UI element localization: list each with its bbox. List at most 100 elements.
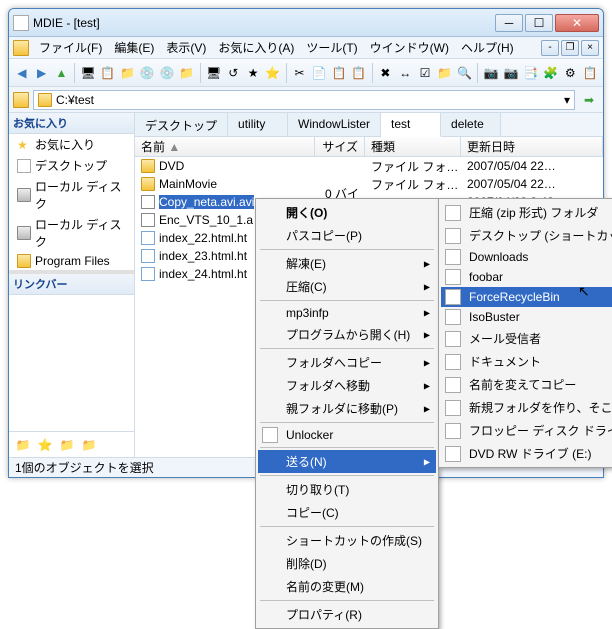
tool-icon[interactable]: ☑ [416, 63, 434, 83]
sidebar-item[interactable]: ローカル ディスク [9, 214, 134, 252]
menu-item[interactable]: ショートカットの作成(S) [258, 529, 436, 552]
tool-icon[interactable]: ★ [244, 63, 262, 83]
menu-item[interactable]: IsoBuster [441, 307, 612, 327]
menu-item[interactable]: ドキュメント [441, 350, 612, 373]
menu-item[interactable]: Downloads [441, 247, 612, 267]
menu-item[interactable]: ForceRecycleBin [441, 287, 612, 307]
menu-item[interactable]: DVD RW ドライブ (E:) [441, 442, 612, 465]
tool-icon[interactable]: ✖ [377, 63, 395, 83]
context-submenu-sendto[interactable]: 圧縮 (zip 形式) フォルダデスクトップ (ショートカットを作成)Downl… [438, 198, 612, 468]
menu-separator [260, 475, 434, 476]
menu-item-label: コピー(C) [286, 506, 339, 520]
col-type[interactable]: 種類 [365, 137, 461, 156]
tool-icon[interactable]: 📋 [99, 63, 117, 83]
menu-window[interactable]: ウインドウ(W) [364, 37, 455, 58]
menu-item[interactable]: 送る(N) [258, 450, 436, 473]
menu-item[interactable]: 名前の変更(M) [258, 575, 436, 598]
context-menu[interactable]: 開く(O)パスコピー(P) 解凍(E)圧縮(C) mp3infpプログラムから開く(… [255, 198, 439, 629]
file-row[interactable]: MainMovieファイル フォルダ2007/05/04 22… [135, 175, 603, 193]
tool-icon[interactable]: 🖥 [79, 63, 97, 83]
menu-favorites[interactable]: お気に入り(A) [212, 37, 300, 58]
tool-icon[interactable]: 📷 [482, 63, 500, 83]
menu-help[interactable]: ヘルプ(H) [455, 37, 520, 58]
go-button[interactable]: ➡ [579, 90, 599, 110]
tool-icon[interactable]: 📁 [119, 63, 137, 83]
sidebar-tool-icon[interactable]: ⭐ [35, 435, 55, 455]
wand-icon [262, 427, 278, 443]
maximize-button[interactable]: ☐ [525, 14, 553, 32]
tab[interactable]: デスクトップ [135, 113, 228, 136]
file-name: index_23.html.ht [159, 249, 247, 263]
col-size[interactable]: サイズ [315, 137, 365, 156]
menu-item[interactable]: 親フォルダに移動(P) [258, 397, 436, 420]
menu-view[interactable]: 表示(V) [160, 37, 212, 58]
sidebar-item[interactable]: ローカル ディスク [9, 176, 134, 214]
tool-icon[interactable]: ↺ [224, 63, 242, 83]
menu-item[interactable]: Unlocker [258, 425, 436, 445]
mdi-restore-button[interactable]: ❐ [561, 40, 579, 56]
sidebar-tool-icon[interactable]: 📁 [57, 435, 77, 455]
close-button[interactable]: ✕ [555, 14, 599, 32]
cut-icon[interactable]: ✂ [291, 63, 309, 83]
menu-item[interactable]: パスコピー(P) [258, 224, 436, 247]
menu-tools[interactable]: ツール(T) [300, 37, 363, 58]
menu-item[interactable]: プロパティ(R) [258, 603, 436, 626]
menu-item[interactable]: 圧縮(C) [258, 275, 436, 298]
menu-item[interactable]: 名前を変えてコピー [441, 373, 612, 396]
titlebar[interactable]: MDIE - [test] ─ ☐ ✕ [9, 9, 603, 37]
minimize-button[interactable]: ─ [495, 14, 523, 32]
menu-edit[interactable]: 編集(E) [108, 37, 160, 58]
menu-item[interactable]: 新規フォルダを作り、そこに移動 [441, 396, 612, 419]
forward-button[interactable]: ▶ [33, 63, 51, 83]
tool-icon[interactable]: ⭐ [264, 63, 282, 83]
tool-icon[interactable]: 💿 [158, 63, 176, 83]
menu-item[interactable]: foobar [441, 267, 612, 287]
sidebar-item[interactable]: ★お気に入り [9, 134, 134, 155]
address-input[interactable]: C:¥test ▾ [33, 90, 575, 110]
sidebar-item[interactable]: Program Files [9, 252, 134, 270]
sidebar-tool-icon[interactable]: 📁 [79, 435, 99, 455]
tool-icon[interactable]: 🖥 [205, 63, 223, 83]
tool-icon[interactable]: 📋 [581, 63, 599, 83]
tab[interactable]: delete [441, 113, 501, 136]
menu-item[interactable]: 切り取り(T) [258, 478, 436, 501]
sidebar-tool-icon[interactable]: 📁 [13, 435, 33, 455]
up-button[interactable]: ▲ [53, 63, 71, 83]
menu-item[interactable]: フォルダへ移動 [258, 374, 436, 397]
col-name[interactable]: 名前 ▲ [135, 137, 315, 156]
tool-icon[interactable]: 🧩 [542, 63, 560, 83]
tool-icon[interactable]: 📁 [178, 63, 196, 83]
menu-item[interactable]: フォルダへコピー [258, 351, 436, 374]
mdi-close-button[interactable]: × [581, 40, 599, 56]
menu-item[interactable]: 開く(O) [258, 201, 436, 224]
sidebar-head-linkbar: リンクバー [9, 274, 134, 295]
tool-icon[interactable]: 🔍 [456, 63, 474, 83]
tab[interactable]: test [381, 113, 441, 137]
tool-icon[interactable]: ⚙ [561, 63, 579, 83]
menu-item[interactable]: mp3infp [258, 303, 436, 323]
mdi-min-button[interactable]: - [541, 40, 559, 56]
menu-item[interactable]: コピー(C) [258, 501, 436, 524]
copy-icon[interactable]: 📄 [310, 63, 328, 83]
menu-item[interactable]: フロッピー ディスク ドライブ (A:) [441, 419, 612, 442]
menu-item[interactable]: デスクトップ (ショートカットを作成) [441, 224, 612, 247]
tool-icon[interactable]: 📷 [502, 63, 520, 83]
menu-item[interactable]: 圧縮 (zip 形式) フォルダ [441, 201, 612, 224]
menu-item[interactable]: メール受信者 [441, 327, 612, 350]
menu-item[interactable]: 解凍(E) [258, 252, 436, 275]
paste-icon[interactable]: 📋 [330, 63, 348, 83]
tool-icon[interactable]: 📑 [522, 63, 540, 83]
sidebar-item[interactable]: デスクトップ [9, 155, 134, 176]
menu-item[interactable]: 削除(D) [258, 552, 436, 575]
tool-icon[interactable]: 📋 [350, 63, 368, 83]
tool-icon[interactable]: ↔ [396, 63, 414, 83]
menu-item[interactable]: プログラムから開く(H) [258, 323, 436, 346]
tool-icon[interactable]: 📁 [436, 63, 454, 83]
tab[interactable]: WindowLister [288, 113, 381, 136]
back-button[interactable]: ◀ [13, 63, 31, 83]
file-row[interactable]: DVDファイル フォルダ2007/05/04 22… [135, 157, 603, 175]
tab[interactable]: utility [228, 113, 288, 136]
menu-file[interactable]: ファイル(F) [33, 37, 108, 58]
tool-icon[interactable]: 💿 [138, 63, 156, 83]
col-date[interactable]: 更新日時 [461, 137, 603, 156]
